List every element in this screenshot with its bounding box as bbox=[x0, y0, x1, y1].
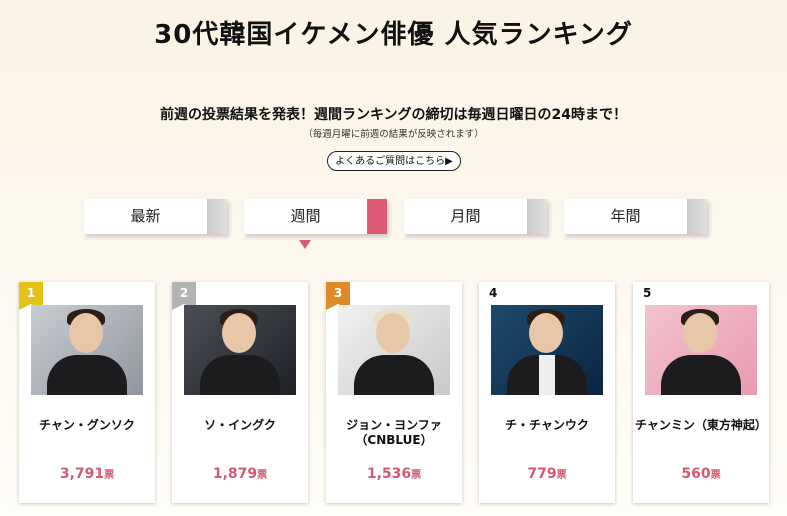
announcement-text: 前週の投票結果を発表！週間ランキングの締切は毎週日曜日の24時まで！ bbox=[159, 107, 628, 123]
ranking-card[interactable]: 2 ソ・イングク 1,879票 bbox=[172, 282, 308, 503]
vote-unit: 票 bbox=[104, 470, 115, 481]
actor-photo[interactable] bbox=[184, 305, 296, 395]
actor-name[interactable]: チャンミン（東方神起） bbox=[633, 418, 769, 433]
faq-link-button[interactable]: よくあるご質問はこちら▶ bbox=[327, 151, 461, 171]
update-note: （毎週月曜に前週の結果が反映されます） bbox=[303, 129, 484, 140]
active-tab-indicator-icon bbox=[299, 240, 311, 249]
actor-name[interactable]: ソ・イングク bbox=[172, 418, 308, 433]
vote-number: 1,879 bbox=[212, 466, 258, 482]
tab-label: 月間 bbox=[450, 207, 481, 225]
actor-photo[interactable] bbox=[645, 305, 757, 395]
tab-fold-decoration bbox=[207, 199, 227, 234]
ranking-card[interactable]: 5 チャンミン（東方神起） 560票 bbox=[633, 282, 769, 503]
vote-count: 1,536票 bbox=[326, 466, 462, 482]
actor-name[interactable]: チ・チャンウク bbox=[479, 418, 615, 433]
vote-count: 560票 bbox=[633, 466, 769, 482]
tab-fold-decoration bbox=[367, 199, 387, 234]
tab-fold-decoration bbox=[687, 199, 707, 234]
ranking-card[interactable]: 3 ジョン・ヨンファ（CNBLUE） 1,536票 bbox=[326, 282, 462, 503]
actor-photo[interactable] bbox=[31, 305, 143, 395]
tab-label: 最新 bbox=[130, 207, 161, 225]
vote-unit: 票 bbox=[556, 470, 567, 481]
tab-latest[interactable]: 最新 bbox=[84, 199, 227, 234]
actor-name[interactable]: チャン・グンソク bbox=[19, 418, 155, 433]
tab-yearly[interactable]: 年間 bbox=[564, 199, 707, 234]
vote-unit: 票 bbox=[710, 470, 721, 481]
vote-unit: 票 bbox=[411, 470, 422, 481]
vote-count: 779票 bbox=[479, 466, 615, 482]
tab-label: 年間 bbox=[610, 207, 641, 225]
actor-name[interactable]: ジョン・ヨンファ（CNBLUE） bbox=[326, 418, 462, 448]
vote-number: 1,536 bbox=[366, 466, 412, 482]
ranking-card[interactable]: 4 チ・チャンウク 779票 bbox=[479, 282, 615, 503]
tab-label: 週間 bbox=[290, 207, 321, 225]
tab-weekly[interactable]: 週間 bbox=[244, 199, 387, 234]
vote-number: 3,791 bbox=[59, 466, 105, 482]
vote-unit: 票 bbox=[257, 470, 268, 481]
page-title: 30代韓国イケメン俳優 人気ランキング bbox=[154, 20, 633, 50]
vote-count: 1,879票 bbox=[172, 466, 308, 482]
tab-monthly[interactable]: 月間 bbox=[404, 199, 547, 234]
ranking-card[interactable]: 1 チャン・グンソク 3,791票 bbox=[19, 282, 155, 503]
vote-number: 779 bbox=[527, 466, 557, 482]
vote-count: 3,791票 bbox=[19, 466, 155, 482]
actor-photo[interactable] bbox=[491, 305, 603, 395]
actor-photo[interactable] bbox=[338, 305, 450, 395]
tab-fold-decoration bbox=[527, 199, 547, 234]
vote-number: 560 bbox=[681, 466, 711, 482]
